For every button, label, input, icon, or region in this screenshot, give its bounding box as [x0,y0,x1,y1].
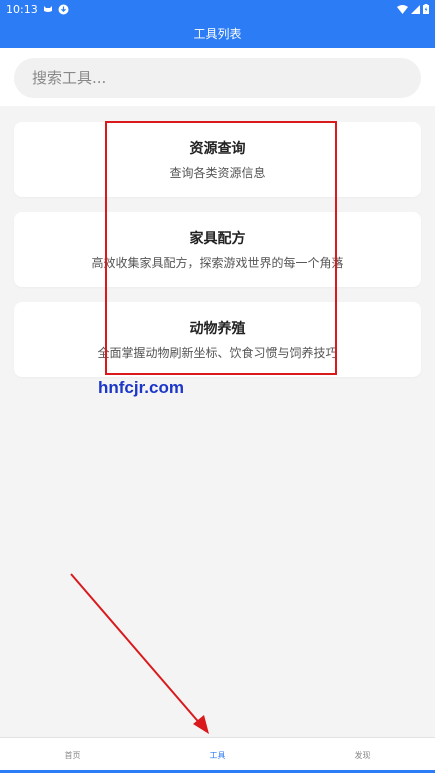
status-left: 10:13 [6,3,69,16]
card-title: 家具配方 [189,231,246,247]
card-desc: 全面掌握动物刷新坐标、饮食习惯与饲养技巧 [97,346,338,360]
card-title: 动物养殖 [189,321,246,337]
card-title: 资源查询 [189,141,246,157]
notification-cat-icon [43,6,52,12]
status-time: 10:13 [6,2,38,16]
wifi-icon [397,4,408,14]
bottom-nav: 首页 工具 发现 [0,737,435,773]
battery-icon [423,4,429,14]
nav-item-tools[interactable]: 工具 [145,738,290,773]
status-bar: 10:13 [0,0,435,18]
signal-icon [411,4,420,14]
download-icon [58,4,69,14]
nav-label: 首页 [64,751,81,760]
search-section [0,48,435,106]
search-input[interactable] [32,69,392,87]
card-desc: 查询各类资源信息 [169,166,266,180]
app-bar: 工具列表 [0,18,435,48]
search-box[interactable] [14,58,421,98]
tool-card-animal-breeding[interactable]: 动物养殖 全面掌握动物刷新坐标、饮食习惯与饲养技巧 [14,302,421,377]
nav-item-home[interactable]: 首页 [0,738,145,773]
nav-label: 工具 [209,751,226,760]
tool-card-resource-query[interactable]: 资源查询 查询各类资源信息 [14,122,421,197]
page-title: 工具列表 [193,26,242,41]
status-right [397,4,429,14]
nav-label: 发现 [354,751,371,760]
card-desc: 高效收集家具配方，探索游戏世界的每一个角落 [91,256,344,270]
nav-item-discover[interactable]: 发现 [290,738,435,773]
tool-card-furniture-recipe[interactable]: 家具配方 高效收集家具配方，探索游戏世界的每一个角落 [14,212,421,287]
annotation-arrow [70,573,209,734]
watermark-text: hnfcjr.com [98,378,184,397]
